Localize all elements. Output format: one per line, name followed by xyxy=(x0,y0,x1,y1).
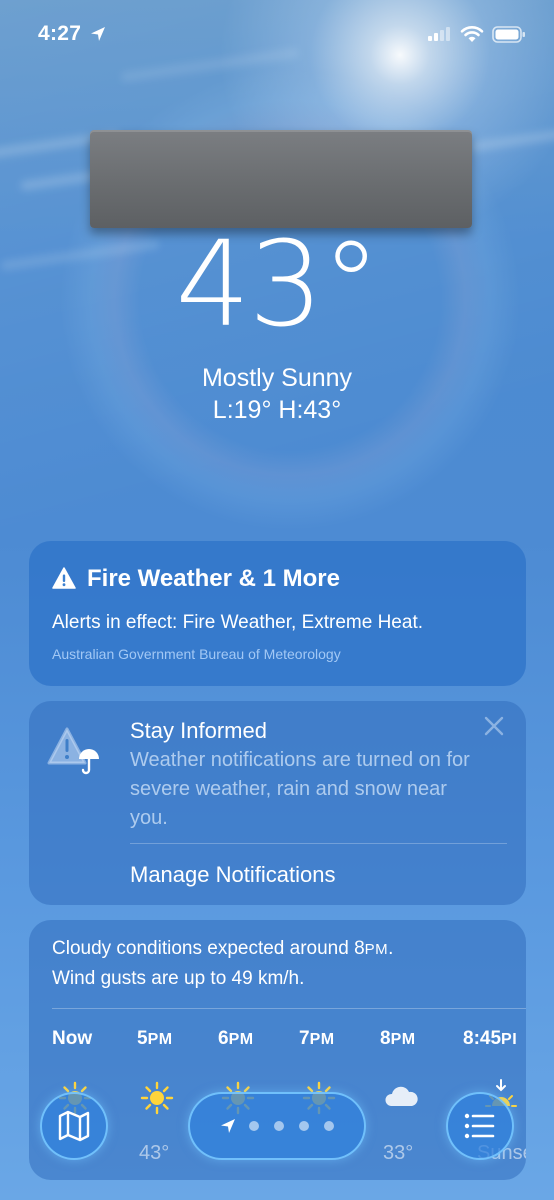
hour-label: 6PM xyxy=(218,1028,254,1050)
hour-suffix: PI xyxy=(501,1031,518,1048)
alert-source[interactable]: Australian Government Bureau of Meteorol… xyxy=(52,646,341,662)
forecast-summary-part1: Cloudy conditions expected around 8 xyxy=(52,938,365,959)
hour-label: 7PM xyxy=(299,1028,335,1050)
manage-notifications-button[interactable]: Manage Notifications xyxy=(130,862,335,888)
location-name-redacted xyxy=(90,130,472,228)
sun-icon xyxy=(140,1081,174,1115)
alert-text: Alerts in effect: Fire Weather, Extreme … xyxy=(52,612,424,633)
location-arrow-icon xyxy=(221,1119,235,1133)
close-icon[interactable] xyxy=(482,714,506,738)
hour-time: 5 xyxy=(137,1028,148,1049)
location-arrow-icon xyxy=(91,27,105,41)
current-temperature: 43° xyxy=(175,215,380,353)
divider xyxy=(52,1008,526,1009)
cloud-icon xyxy=(385,1086,418,1106)
wifi-icon xyxy=(460,26,484,42)
page-dot xyxy=(324,1121,334,1131)
low-high-temperature: L:19° H:43° xyxy=(212,396,342,424)
hour-temperature: 43° xyxy=(139,1142,170,1164)
stay-informed-text: Weather notifications are turned on for … xyxy=(130,749,470,829)
hour-time: 7 xyxy=(299,1028,310,1049)
warning-triangle-icon xyxy=(52,567,76,589)
locations-list-button[interactable] xyxy=(446,1092,514,1160)
hour-time: 8 xyxy=(380,1028,391,1049)
page-dot xyxy=(249,1121,259,1131)
cloud-streak xyxy=(469,128,554,152)
map-icon xyxy=(58,1110,90,1142)
status-bar: 4:27 xyxy=(0,0,554,70)
hour-label: 5PM xyxy=(137,1028,173,1050)
list-icon xyxy=(464,1113,495,1139)
hour-label: 8PM xyxy=(380,1028,416,1050)
forecast-summary-line2: Wind gusts are up to 49 km/h. xyxy=(52,968,305,989)
hour-suffix: PM xyxy=(309,1031,335,1048)
hour-label: Now xyxy=(52,1028,92,1050)
map-button[interactable] xyxy=(40,1092,108,1160)
forecast-summary-part2: . xyxy=(388,938,394,959)
hour-time: 8:45 xyxy=(463,1028,502,1049)
alert-title: Fire Weather & 1 More xyxy=(87,565,340,592)
page-dot xyxy=(274,1121,284,1131)
hour-time: 6 xyxy=(218,1028,229,1049)
battery-icon xyxy=(492,26,525,43)
hour-suffix: PM xyxy=(390,1031,416,1048)
forecast-summary: Cloudy conditions expected around 8PM. W… xyxy=(52,934,502,993)
stay-informed-title: Stay Informed xyxy=(130,718,267,743)
divider xyxy=(130,843,507,844)
hour-suffix: PM xyxy=(228,1031,254,1048)
current-condition: Mostly Sunny xyxy=(201,364,353,392)
forecast-summary-pm: PM xyxy=(364,941,389,958)
hour-suffix: PM xyxy=(147,1031,173,1048)
alert-umbrella-icon xyxy=(47,727,99,775)
cellular-signal-icon xyxy=(428,27,450,41)
hour-label: 8:45PI xyxy=(463,1028,526,1050)
hour-temperature: 33° xyxy=(383,1142,414,1164)
hour-time: Now xyxy=(52,1028,93,1049)
status-time: 4:27 xyxy=(38,22,82,45)
page-dot xyxy=(299,1121,309,1131)
